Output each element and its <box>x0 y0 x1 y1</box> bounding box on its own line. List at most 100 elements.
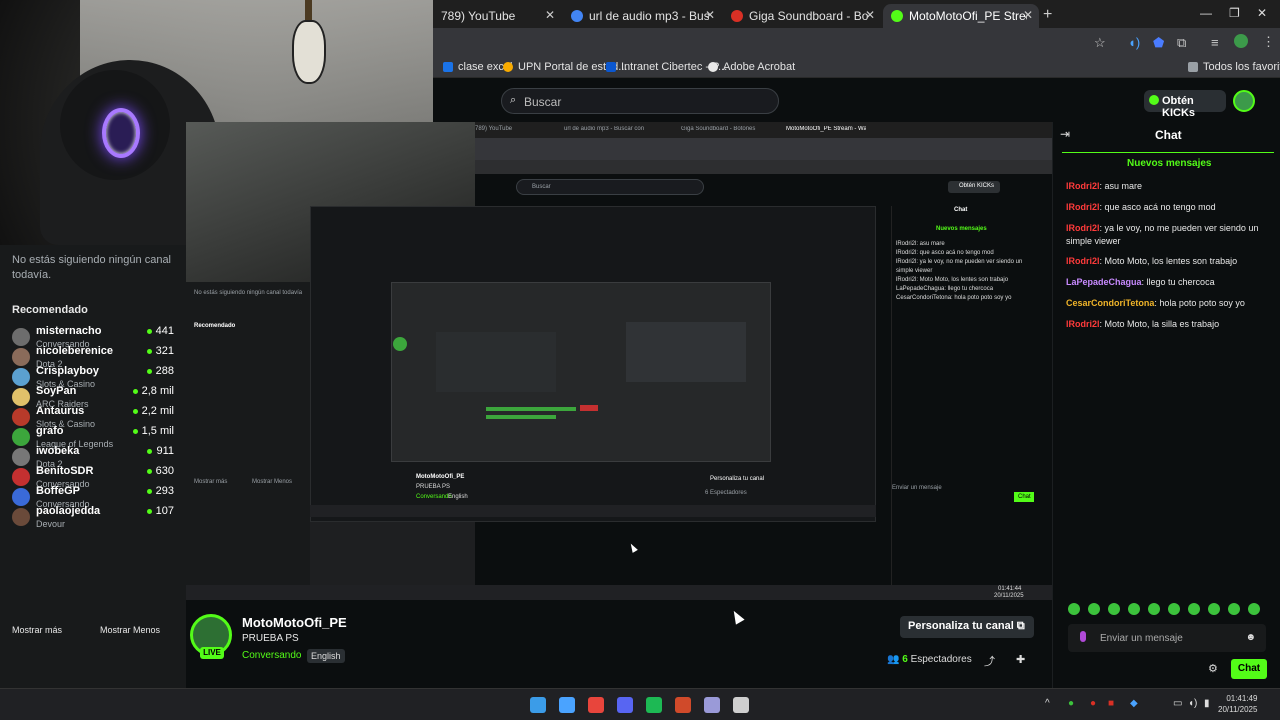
emote-icon[interactable] <box>1108 603 1120 615</box>
new-messages-divider <box>1062 152 1274 153</box>
extensions-puzzle-icon[interactable]: ⧉ <box>1177 35 1186 51</box>
language-tag[interactable]: English <box>307 649 345 663</box>
channel-viewers: 2,2 mil <box>132 405 174 417</box>
emote-icon[interactable] <box>1168 603 1180 615</box>
chat-send-button[interactable]: Chat <box>1231 659 1267 679</box>
emote-icon[interactable] <box>1208 603 1220 615</box>
live-dot-icon <box>146 488 152 494</box>
emote-icon[interactable] <box>1068 603 1080 615</box>
stream-video-player[interactable]: 789) YouTube url de audio mp3 - Buscar c… <box>186 122 1052 600</box>
close-tab-icon[interactable]: ✕ <box>865 8 875 22</box>
emote-icon[interactable] <box>1088 603 1100 615</box>
chat-username[interactable]: lRodri2l <box>1066 202 1100 212</box>
show-more-link[interactable]: Mostrar más <box>12 625 62 635</box>
chat-username[interactable]: LaPepadeChagua <box>1066 277 1142 287</box>
sidebar-channel[interactable]: paolaojedda Devour 107 <box>12 505 174 535</box>
emoji-icon[interactable]: ☻ <box>1245 632 1256 643</box>
extension-shield-icon[interactable]: ⬟ <box>1153 35 1164 51</box>
emote-icon[interactable] <box>1148 603 1160 615</box>
nested-show-less: Mostrar Menos <box>252 479 293 485</box>
chat-settings-icon[interactable]: ⚙ <box>1208 662 1218 675</box>
tray-app-icon[interactable]: ● <box>1068 698 1074 709</box>
volume-icon[interactable]: ◖) <box>1188 698 1197 709</box>
chat-title: Chat <box>1155 128 1182 142</box>
bookmark-clase-excel[interactable]: clase excel <box>443 61 512 73</box>
tray-app-icon[interactable]: ◆ <box>1130 698 1138 709</box>
chrome-icon[interactable] <box>588 697 604 713</box>
file-explorer-icon[interactable] <box>559 697 575 713</box>
screen: 789) YouTube✕ url de audio mp3 - Buscar … <box>0 0 1280 720</box>
system-clock[interactable]: 01:41:49 20/11/2025 <box>1218 693 1257 715</box>
close-window-icon[interactable]: ✕ <box>1257 6 1267 20</box>
all-bookmarks[interactable]: Todos los favoritos <box>1188 61 1280 73</box>
live-dot-icon <box>146 468 152 474</box>
close-tab-icon[interactable]: ✕ <box>1023 8 1033 22</box>
chat-message: LaPepadeChagua: llego tu chercoca <box>1066 276 1274 289</box>
spotify-icon[interactable] <box>646 697 662 713</box>
maximize-icon[interactable]: ❐ <box>1229 6 1240 20</box>
search-input[interactable]: ⌕ Buscar <box>501 88 779 114</box>
obs-icon[interactable] <box>733 697 749 713</box>
tab-search[interactable]: url de audio mp3 - Buscar con✕ <box>563 4 721 28</box>
nested-chat-title: Chat <box>954 207 968 213</box>
microphone-icon[interactable] <box>1080 631 1086 642</box>
close-tab-icon[interactable]: ✕ <box>545 8 555 22</box>
channel-name: Antaurus <box>36 405 85 417</box>
follow-icon[interactable]: ✚ <box>1016 653 1025 666</box>
channel-viewers: 293 <box>146 485 174 497</box>
stream-info-bar <box>186 600 1052 688</box>
minimize-icon[interactable]: — <box>1200 6 1212 20</box>
emote-icon[interactable] <box>1128 603 1140 615</box>
chat-username[interactable]: CesarCondoriTetona <box>1066 298 1154 308</box>
channel-viewers: 1,5 mil <box>132 425 174 437</box>
chat-input[interactable]: Enviar un mensaje ☻ <box>1068 624 1266 652</box>
channel-avatar <box>12 408 30 426</box>
streamer-name[interactable]: MotoMotoOfi_PE <box>242 615 347 630</box>
chat-username[interactable]: lRodri2l <box>1066 223 1100 233</box>
channel-viewers: 2,8 mil <box>132 385 174 397</box>
collapse-chat-icon[interactable]: ⇥ <box>1060 127 1070 141</box>
user-avatar[interactable] <box>1233 90 1255 112</box>
streamer-avatar[interactable]: LIVE <box>190 614 232 659</box>
chat-text: : asu mare <box>1099 181 1143 191</box>
stream-category[interactable]: Conversando <box>242 650 301 661</box>
tray-app-icon[interactable]: ● <box>1090 698 1096 709</box>
nested-show-more: Mostrar más <box>194 479 228 485</box>
tab-kick-stream[interactable]: MotoMotoOfi_PE Stream - Wat✕ <box>883 4 1039 28</box>
discord-icon[interactable] <box>617 697 633 713</box>
battery-icon[interactable]: ▮ <box>1204 698 1210 709</box>
flstudio-icon[interactable] <box>675 697 691 713</box>
nested-tab-strip <box>475 122 1052 138</box>
chat-username[interactable]: lRodri2l <box>1066 256 1100 266</box>
close-tab-icon[interactable]: ✕ <box>705 8 715 22</box>
tray-app-icon[interactable]: ■ <box>1108 698 1114 709</box>
google-icon <box>571 10 583 22</box>
bookmark-star-icon[interactable]: ☆ <box>1094 35 1106 51</box>
emote-icon[interactable] <box>1228 603 1240 615</box>
profile-avatar[interactable] <box>1234 34 1248 48</box>
channel-avatar <box>12 468 30 486</box>
chat-username[interactable]: lRodri2l <box>1066 319 1100 329</box>
extension-audio-icon[interactable]: ◖) <box>1128 35 1140 50</box>
adobe-icon <box>708 62 718 72</box>
app-icon[interactable] <box>704 697 720 713</box>
channel-name: nicoleberenice <box>36 345 114 357</box>
share-icon[interactable]: ⤴ <box>984 653 995 669</box>
nested-chat-line: lRodri2l: ya le voy, no me pueden ver si… <box>896 259 1023 265</box>
emote-icon[interactable] <box>1248 603 1260 615</box>
nested-chat-line: LaPepadeChagua: llego tu chercoca <box>896 286 994 292</box>
more-menu-icon[interactable]: ⋮ <box>1262 34 1275 50</box>
tray-chevron-icon[interactable]: ^ <box>1045 698 1050 709</box>
network-icon[interactable]: ▭ <box>1173 698 1182 709</box>
customize-channel-button[interactable]: Personaliza tu canal ⧉ <box>900 616 1034 638</box>
media-control-icon[interactable]: ≡ <box>1211 35 1219 50</box>
get-kicks-button[interactable]: Obtén KICKs <box>1144 90 1226 119</box>
chat-username[interactable]: lRodri2l <box>1066 181 1100 191</box>
windows-start-icon[interactable] <box>530 697 546 713</box>
emote-icon[interactable] <box>1188 603 1200 615</box>
bookmark-adobe[interactable]: Adobe Acrobat <box>708 61 795 73</box>
tab-soundboard[interactable]: Giga Soundboard - Botones de✕ <box>723 4 881 28</box>
tab-youtube[interactable]: 789) YouTube ✕ <box>433 4 561 28</box>
show-less-link[interactable]: Mostrar Menos <box>100 625 160 635</box>
new-tab-icon[interactable]: + <box>1043 6 1052 24</box>
